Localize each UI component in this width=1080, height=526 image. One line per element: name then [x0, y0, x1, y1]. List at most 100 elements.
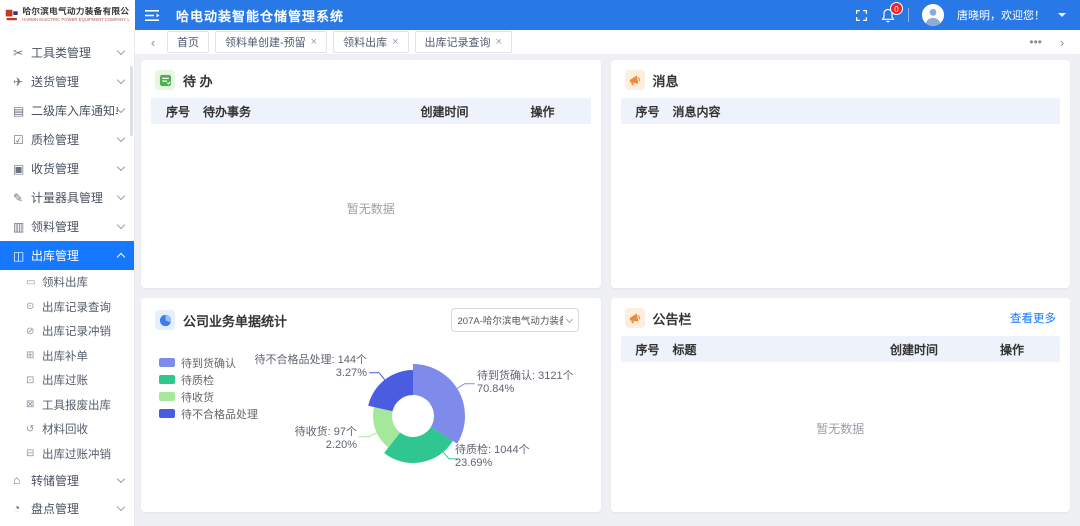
sidebar-item-outbound[interactable]: ◫ 出库管理	[0, 241, 134, 270]
messages-table-header: 序号 消息内容	[621, 98, 1061, 124]
close-icon[interactable]: ×	[392, 37, 398, 48]
avatar[interactable]	[922, 4, 944, 26]
tab-home[interactable]: 首页	[167, 31, 209, 53]
sidebar-item-quality[interactable]: ☑ 质检管理	[0, 125, 134, 154]
notification-badge: 0	[890, 2, 903, 15]
chevron-down-icon	[117, 105, 125, 113]
company-subtitle: HARBIN ELECTRIC POWER EQUIPMENT COMPANY …	[22, 18, 113, 22]
megaphone-icon	[625, 308, 645, 328]
quality-check-icon: ☑	[13, 133, 31, 147]
tab-material-outbound[interactable]: 领料出库 ×	[333, 31, 408, 53]
sidebar-item-tools[interactable]: ✂ 工具类管理	[0, 38, 134, 67]
chevron-down-icon	[117, 76, 125, 84]
todo-title: 待 办	[183, 71, 213, 90]
sidebar-subitem-outbound-supplement[interactable]: ⊞ 出库补单	[0, 344, 134, 369]
chevron-down-icon[interactable]	[1058, 13, 1066, 17]
menu-collapse-icon[interactable]	[145, 9, 160, 22]
business-stats-chart: 待到货确认 待质检 待收货 待不合格品处理	[141, 352, 601, 512]
tool-scrap-icon: ⊠	[26, 399, 42, 410]
tab-outbound-record-query[interactable]: 出库记录查询 ×	[415, 31, 512, 53]
company-filter-select[interactable]: 207A-哈尔滨电气动力装备有限公	[451, 308, 579, 332]
outbound-icon: ◫	[13, 249, 31, 263]
legend-item[interactable]: 待不合格品处理	[159, 405, 258, 422]
company-logo-area: 哈尔滨电气动力装备有限公司 HARBIN ELECTRIC POWER EQUI…	[0, 0, 135, 30]
record-reversal-icon: ⊘	[26, 326, 42, 337]
bulletin-panel: 公告栏 查看更多 序号 标题 创建时间 操作 暂无数据	[611, 298, 1071, 512]
tabs-back-icon[interactable]: ‹	[145, 35, 161, 50]
company-logo	[5, 6, 18, 24]
chart-label-pending-arrival: 待到货确认: 3121个 70.84%	[477, 370, 574, 396]
bulletin-empty-state: 暂无数据	[611, 420, 1071, 437]
sidebar-item-measuring[interactable]: ✎ 计量器具管理	[0, 183, 134, 212]
record-query-icon: ⊙	[26, 301, 42, 312]
receiving-icon: ▣	[13, 162, 31, 176]
chart-label-pending-inspection: 待质检: 1044个 23.69%	[455, 444, 530, 470]
tools-icon: ✂	[13, 46, 31, 60]
recycle-icon: ↺	[26, 424, 42, 435]
sidebar-subitem-outbound-posting-reversal[interactable]: ⊟ 出库过账冲销	[0, 442, 134, 467]
chart-label-pending-defect: 待不合格品处理: 144个 3.27%	[245, 354, 367, 380]
sidebar-item-transfer[interactable]: ⌂ 转储管理	[0, 466, 134, 494]
chevron-up-icon	[117, 253, 125, 261]
callout-line	[359, 432, 379, 437]
view-more-link[interactable]: 查看更多	[1010, 310, 1056, 326]
sidebar-item-receiving[interactable]: ▣ 收货管理	[0, 154, 134, 183]
donut-segment	[413, 364, 465, 444]
callout-line	[369, 373, 386, 382]
sidebar-scrollbar[interactable]	[130, 66, 133, 136]
chart-legend: 待到货确认 待质检 待收货 待不合格品处理	[159, 354, 258, 422]
legend-item[interactable]: 待到货确认	[159, 354, 258, 371]
sidebar-subitem-outbound-record-reversal[interactable]: ⊘ 出库记录冲销	[0, 319, 134, 344]
sidebar-subitem-material-recycle[interactable]: ↺ 材料回收	[0, 417, 134, 442]
sidebar-nav: ✂ 工具类管理 ✈ 送货管理 ▤ 二级库入库通知单 ☑ 质检管理 ▣ 收货管理 …	[0, 30, 135, 526]
sidebar-item-material-request[interactable]: ▥ 领料管理	[0, 212, 134, 241]
chart-label-pending-receipt: 待收货: 97个 2.20%	[287, 426, 357, 452]
material-request-icon: ▥	[13, 220, 31, 234]
sidebar-item-inbound-notice[interactable]: ▤ 二级库入库通知单	[0, 96, 134, 125]
callout-line	[455, 384, 474, 390]
legend-item[interactable]: 待质检	[159, 371, 258, 388]
messages-panel: 消息 序号 消息内容	[611, 60, 1071, 288]
tabs-forward-icon[interactable]: ›	[1054, 35, 1070, 50]
legend-item[interactable]: 待收货	[159, 388, 258, 405]
chevron-down-icon	[117, 192, 125, 200]
fullscreen-icon[interactable]	[855, 9, 868, 22]
pie-chart-icon	[155, 310, 175, 330]
chevron-down-icon	[117, 47, 125, 55]
app-title: 哈电动装智能仓储管理系统	[176, 6, 344, 25]
posting-icon: ⊡	[26, 375, 42, 386]
close-icon[interactable]: ×	[311, 37, 317, 48]
user-greeting[interactable]: 唐晓明，欢迎您！	[957, 7, 1045, 23]
notification-bell-icon[interactable]: 0	[881, 8, 895, 23]
tabs-more-icon[interactable]: •••	[1029, 35, 1042, 49]
legend-swatch	[159, 392, 175, 401]
chevron-down-icon	[117, 474, 125, 482]
top-header: 哈尔滨电气动力装备有限公司 HARBIN ELECTRIC POWER EQUI…	[0, 0, 1080, 30]
chevron-down-icon	[117, 502, 125, 510]
inbound-notice-icon: ▤	[13, 104, 31, 118]
sidebar-subitem-tool-scrap-outbound[interactable]: ⊠ 工具报废出库	[0, 393, 134, 418]
stats-title: 公司业务单据统计	[183, 311, 287, 330]
bulletin-table-header: 序号 标题 创建时间 操作	[621, 336, 1061, 362]
material-outbound-icon: ▭	[26, 277, 42, 288]
company-filter-value: 207A-哈尔滨电气动力装备有限公	[458, 313, 563, 327]
chevron-down-icon	[117, 134, 125, 142]
tab-material-request-create[interactable]: 领料单创建-预留 ×	[215, 31, 327, 53]
chevron-down-icon	[117, 163, 125, 171]
sidebar-item-delivery[interactable]: ✈ 送货管理	[0, 67, 134, 96]
sidebar-subitem-outbound-posting[interactable]: ⊡ 出库过账	[0, 368, 134, 393]
main-area: ‹ 首页 领料单创建-预留 × 领料出库 × 出库记录查询 × ••• ›	[135, 30, 1080, 526]
transfer-icon: ⌂	[13, 473, 31, 487]
close-icon[interactable]: ×	[496, 37, 502, 48]
inventory-icon: ◔	[13, 501, 31, 515]
legend-swatch	[159, 358, 175, 367]
bulletin-title: 公告栏	[653, 309, 692, 328]
legend-swatch	[159, 375, 175, 384]
header-divider	[908, 8, 909, 22]
sidebar-item-inventory[interactable]: ◔ 盘点管理	[0, 494, 134, 522]
delivery-icon: ✈	[13, 75, 31, 89]
sidebar-subitem-outbound-record-query[interactable]: ⊙ 出库记录查询	[0, 295, 134, 320]
todo-empty-state: 暂无数据	[141, 200, 601, 217]
chevron-down-icon	[117, 221, 125, 229]
sidebar-subitem-material-outbound[interactable]: ▭ 领料出库	[0, 270, 134, 295]
